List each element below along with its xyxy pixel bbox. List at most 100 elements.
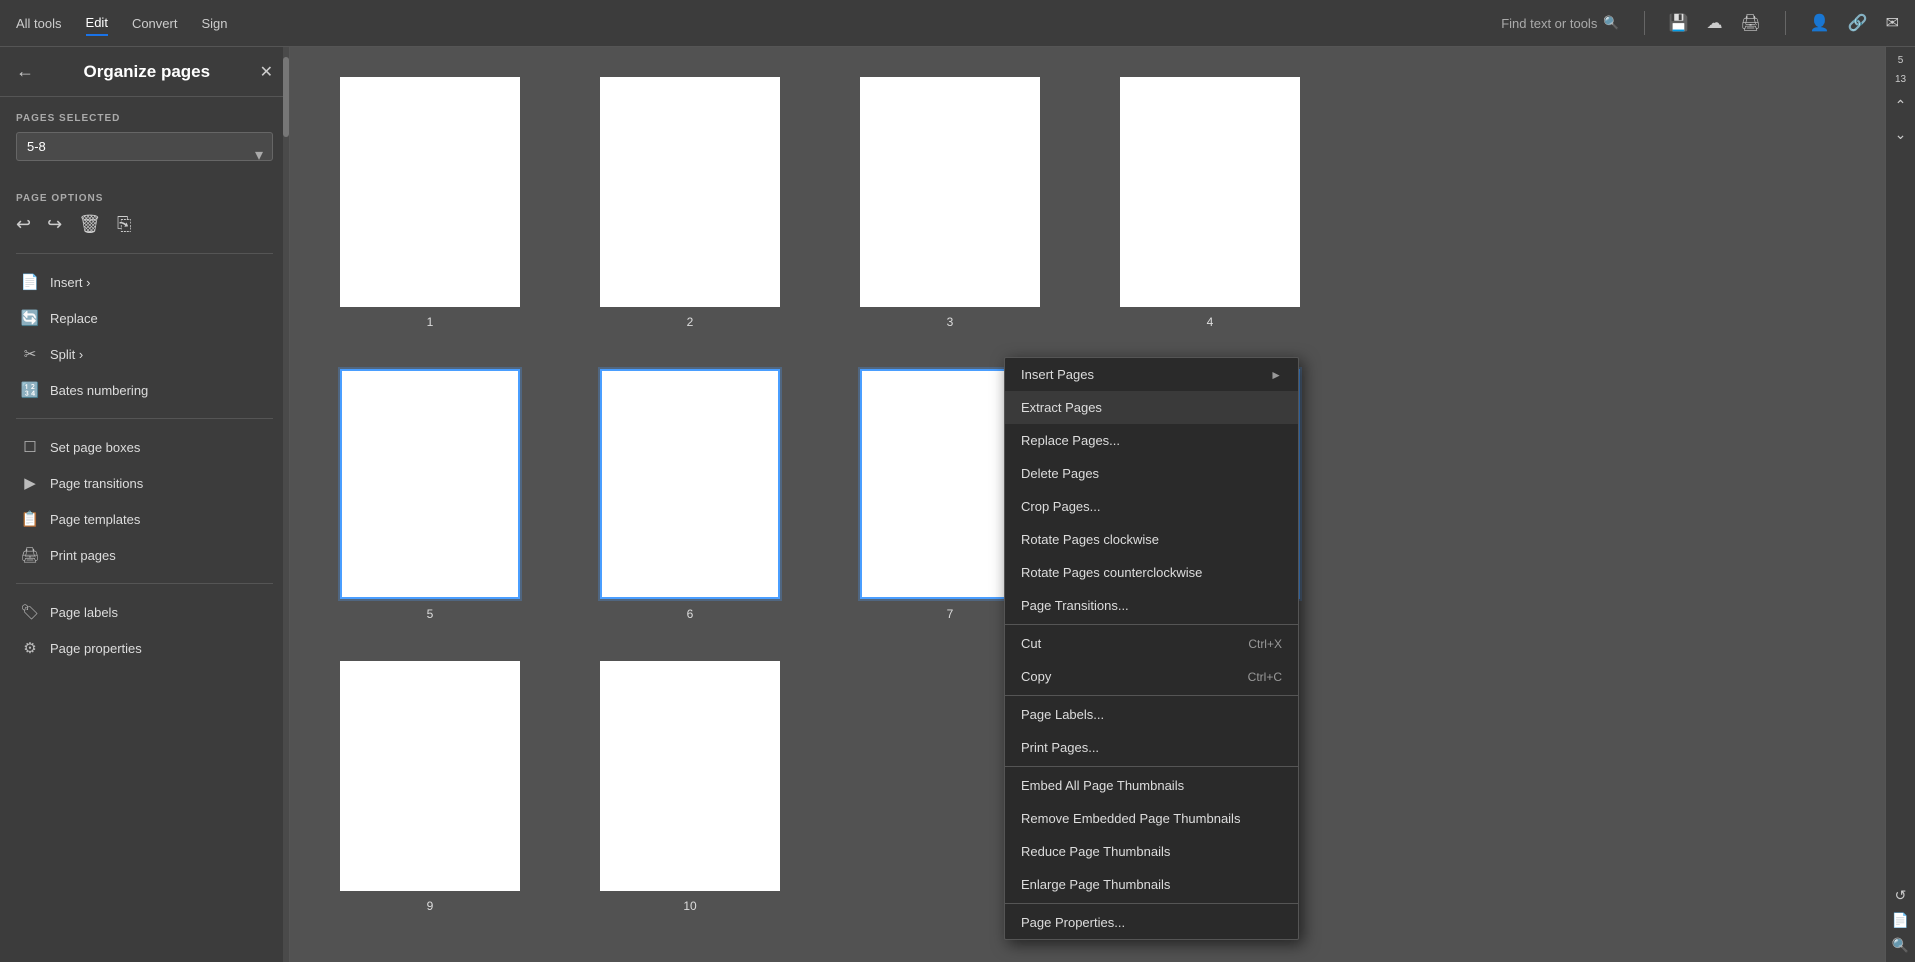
account-icon[interactable]: 👤 [1810,13,1830,33]
nav-all-tools[interactable]: All tools [16,12,62,35]
context-menu-embed-thumbnails[interactable]: Embed All Page Thumbnails [1005,769,1298,802]
print-pages-menu-label: Print Pages... [1021,740,1099,755]
right-panel-page-13: 13 [1895,74,1906,85]
page-item-1: 1 [330,77,530,329]
page-number-3: 3 [947,315,954,329]
page-number-9: 9 [427,899,434,913]
context-menu-crop-pages[interactable]: Crop Pages... [1005,490,1298,523]
replace-icon: 🔄 [20,309,40,327]
back-button[interactable]: ← [16,61,34,82]
print-pages-icon: 🖨 [20,546,40,564]
page-item-4: 4 [1110,77,1310,329]
top-toolbar: All tools Edit Convert Sign Find text or… [0,0,1915,47]
page-transitions-icon: ▶ [20,474,40,492]
toolbar-tools: 💾 ☁ 🖨 [1669,13,1761,33]
context-menu-enlarge-thumbnails[interactable]: Enlarge Page Thumbnails [1005,868,1298,901]
copy-label: Copy [1021,669,1051,684]
link-icon[interactable]: 🔗 [1848,13,1868,33]
sidebar-divider-3 [16,583,273,584]
nav-sign[interactable]: Sign [201,12,227,35]
sidebar-divider-2 [16,418,273,419]
context-menu-page-properties[interactable]: Page Properties... [1005,906,1298,939]
page-item-3: 3 [850,77,1050,329]
toolbar-divider-1 [1644,11,1645,35]
pages-select[interactable]: 5-8 [16,132,273,161]
scroll-up-arrow[interactable]: ⌃ [1891,93,1911,118]
context-menu-page-transitions[interactable]: Page Transitions... [1005,589,1298,622]
page-templates-icon: 📋 [20,510,40,528]
page-labels-label: Page labels [50,605,118,620]
page-item-5: 5 [330,369,530,621]
search-bar[interactable]: Find text or tools 🔍 [1501,15,1619,31]
nav-convert[interactable]: Convert [132,12,178,35]
rotate-clockwise-label: Rotate Pages clockwise [1021,532,1159,547]
sidebar-item-set-page-boxes[interactable]: ☐ Set page boxes [16,429,273,465]
close-button[interactable]: ✕ [260,62,273,82]
sidebar-item-split[interactable]: ✂ Split › [16,336,273,372]
context-menu-rotate-counterclockwise[interactable]: Rotate Pages counterclockwise [1005,556,1298,589]
crop-pages-label: Crop Pages... [1021,499,1101,514]
page-thumb-4[interactable] [1120,77,1300,307]
page-thumb-9[interactable] [340,661,520,891]
page-thumb-2[interactable] [600,77,780,307]
context-menu-rotate-clockwise[interactable]: Rotate Pages clockwise [1005,523,1298,556]
page-item-6: 6 [590,369,790,621]
scroll-down-arrow[interactable]: ⌄ [1891,122,1911,147]
sidebar-item-replace[interactable]: 🔄 Replace [16,300,273,336]
context-menu-remove-thumbnails[interactable]: Remove Embedded Page Thumbnails [1005,802,1298,835]
page-thumb-10[interactable] [600,661,780,891]
sidebar-scrollbar[interactable] [283,47,289,962]
context-menu-copy[interactable]: Copy Ctrl+C [1005,660,1298,693]
rotate-left-icon[interactable]: ↺ [1895,887,1907,904]
sidebar-item-page-transitions[interactable]: ▶ Page transitions [16,465,273,501]
context-menu-replace-pages[interactable]: Replace Pages... [1005,424,1298,457]
zoom-out-icon[interactable]: 🔍 [1892,937,1909,954]
context-menu-delete-pages[interactable]: Delete Pages [1005,457,1298,490]
sidebar-item-page-labels[interactable]: 🏷 Page labels [16,594,273,630]
redo-icon[interactable]: ↪ [47,214,62,235]
context-menu-print-pages[interactable]: Print Pages... [1005,731,1298,764]
sidebar-item-page-templates[interactable]: 📋 Page templates [16,501,273,537]
undo-icon[interactable]: ↩ [16,214,31,235]
page-labels-menu-label: Page Labels... [1021,707,1104,722]
right-panel-page-5: 5 [1898,55,1904,66]
page-thumb-3[interactable] [860,77,1040,307]
print-pages-label: Print pages [50,548,116,563]
page-number-10: 10 [683,899,696,913]
insert-pages-arrow: ► [1270,368,1282,382]
save-icon[interactable]: 💾 [1669,13,1689,33]
extract-icon[interactable]: ⎘ [117,214,131,235]
sidebar-item-insert[interactable]: 📄 Insert › [16,264,273,300]
rotate-counterclockwise-label: Rotate Pages counterclockwise [1021,565,1202,580]
insert-label: Insert › [50,275,90,290]
page-templates-label: Page templates [50,512,140,527]
mail-icon[interactable]: ✉ [1886,13,1899,33]
delete-icon[interactable]: 🗑 [78,214,101,235]
context-menu-insert-pages[interactable]: Insert Pages ► [1005,358,1298,391]
page-thumb-1[interactable] [340,77,520,307]
nav-edit[interactable]: Edit [86,11,108,36]
sidebar-item-page-properties[interactable]: ⚙ Page properties [16,630,273,666]
embed-thumbnails-label: Embed All Page Thumbnails [1021,778,1184,793]
page-number-5: 5 [427,607,434,621]
sidebar-scrollbar-thumb [283,57,289,137]
page-properties-icon: ⚙ [20,639,40,657]
context-menu-reduce-thumbnails[interactable]: Reduce Page Thumbnails [1005,835,1298,868]
context-menu-extract-pages[interactable]: Extract Pages [1005,391,1298,424]
page-thumb-5[interactable] [340,369,520,599]
replace-label: Replace [50,311,98,326]
sidebar-item-bates[interactable]: 🔢 Bates numbering [16,372,273,408]
upload-icon[interactable]: ☁ [1706,13,1722,33]
page-number-2: 2 [687,315,694,329]
context-menu-divider-3 [1005,766,1298,767]
page-icon[interactable]: 📄 [1892,912,1909,929]
page-number-1: 1 [427,315,434,329]
search-icon[interactable]: 🔍 [1603,15,1619,31]
print-icon[interactable]: 🖨 [1740,13,1760,33]
right-panel-bottom: ↺ 📄 🔍 [1892,887,1909,954]
context-menu-cut[interactable]: Cut Ctrl+X [1005,627,1298,660]
context-menu-page-labels[interactable]: Page Labels... [1005,698,1298,731]
context-menu-divider-4 [1005,903,1298,904]
sidebar-item-print-pages[interactable]: 🖨 Print pages [16,537,273,573]
page-thumb-6[interactable] [600,369,780,599]
